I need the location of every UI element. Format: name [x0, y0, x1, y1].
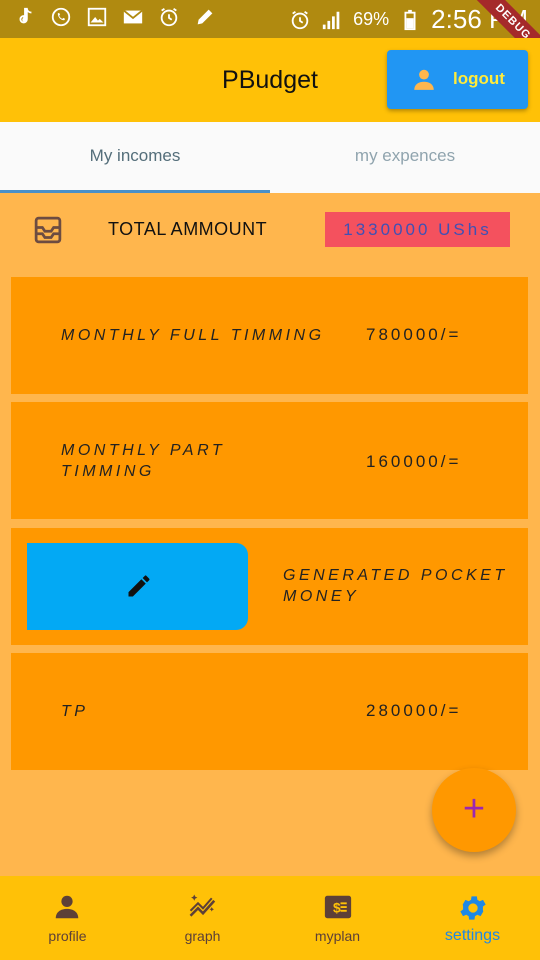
nav-label: profile: [48, 928, 87, 944]
pencil-icon: [197, 9, 213, 25]
income-card-swiped[interactable]: GENERATED POCKET MONEY: [11, 528, 528, 645]
add-income-fab[interactable]: +: [432, 768, 516, 852]
income-card[interactable]: MONTHLY PART TIMMING 160000/=: [11, 402, 528, 519]
income-amount: 280000/=: [366, 701, 462, 720]
nav-item-settings[interactable]: settings: [405, 876, 540, 960]
nav-label: myplan: [314, 928, 361, 944]
nav-item-myplan[interactable]: $ myplan: [270, 876, 405, 960]
income-name: MONTHLY FULL TIMMING: [61, 327, 325, 344]
nav-item-graph[interactable]: graph: [135, 876, 270, 960]
inbox-tray-icon: [34, 216, 62, 244]
income-name: MONTHLY PART TIMMING: [61, 440, 225, 482]
money-plan-icon: $: [324, 895, 352, 919]
total-amount-badge: 1330000 UShs: [325, 212, 510, 247]
tab-bar: My incomes my expences: [0, 122, 540, 193]
income-card[interactable]: MONTHLY FULL TIMMING 780000/=: [11, 277, 528, 394]
total-label: TOTAL AMMOUNT: [108, 219, 268, 239]
nav-label: graph: [184, 928, 221, 944]
bottom-navigation: profile graph $ myplan settings: [0, 876, 540, 960]
income-name: GENERATED POCKET MONEY: [283, 565, 508, 607]
status-bar: 69% 2:56 PM DEBUG: [0, 0, 540, 68]
status-bar-notifications: [14, 6, 216, 28]
battery-percent: 69%: [353, 9, 390, 29]
nav-item-profile[interactable]: profile: [0, 876, 135, 960]
alarm-icon: [291, 10, 309, 29]
whatsapp-icon: [51, 7, 71, 27]
battery-icon: [404, 9, 416, 30]
person-icon: [55, 895, 79, 919]
tab-my-expences[interactable]: my expences: [270, 122, 540, 193]
gallery-icon: [87, 7, 107, 27]
logout-label: logout: [453, 69, 505, 88]
income-name-line: TIMMING: [61, 463, 155, 480]
edit-action-button[interactable]: [27, 543, 248, 630]
income-name-line: MONTHLY PART: [61, 442, 226, 459]
income-name-line: MONEY: [283, 588, 360, 605]
income-name: TP: [61, 703, 89, 720]
logout-button[interactable]: logout: [387, 50, 528, 109]
tab-my-incomes[interactable]: My incomes: [0, 122, 270, 193]
app-bar: PBudget logout: [0, 38, 540, 122]
edit-icon: [128, 575, 150, 597]
income-card[interactable]: TP 280000/=: [11, 653, 528, 770]
person-icon: [414, 69, 434, 90]
income-name-line: GENERATED POCKET: [283, 567, 508, 584]
gear-icon: [460, 896, 486, 920]
nav-label: settings: [444, 927, 501, 944]
mail-icon: [123, 9, 143, 24]
plus-icon: +: [462, 788, 486, 830]
svg-text:$: $: [333, 901, 341, 916]
total-summary: TOTAL AMMOUNT 1330000 UShs: [0, 193, 540, 267]
tiktok-icon: [19, 7, 32, 24]
income-amount: 780000/=: [366, 325, 462, 344]
alarm-icon: [160, 7, 178, 27]
auto-graph-icon: [189, 894, 216, 917]
signal-icon: [322, 11, 340, 29]
income-amount: 160000/=: [366, 452, 462, 471]
